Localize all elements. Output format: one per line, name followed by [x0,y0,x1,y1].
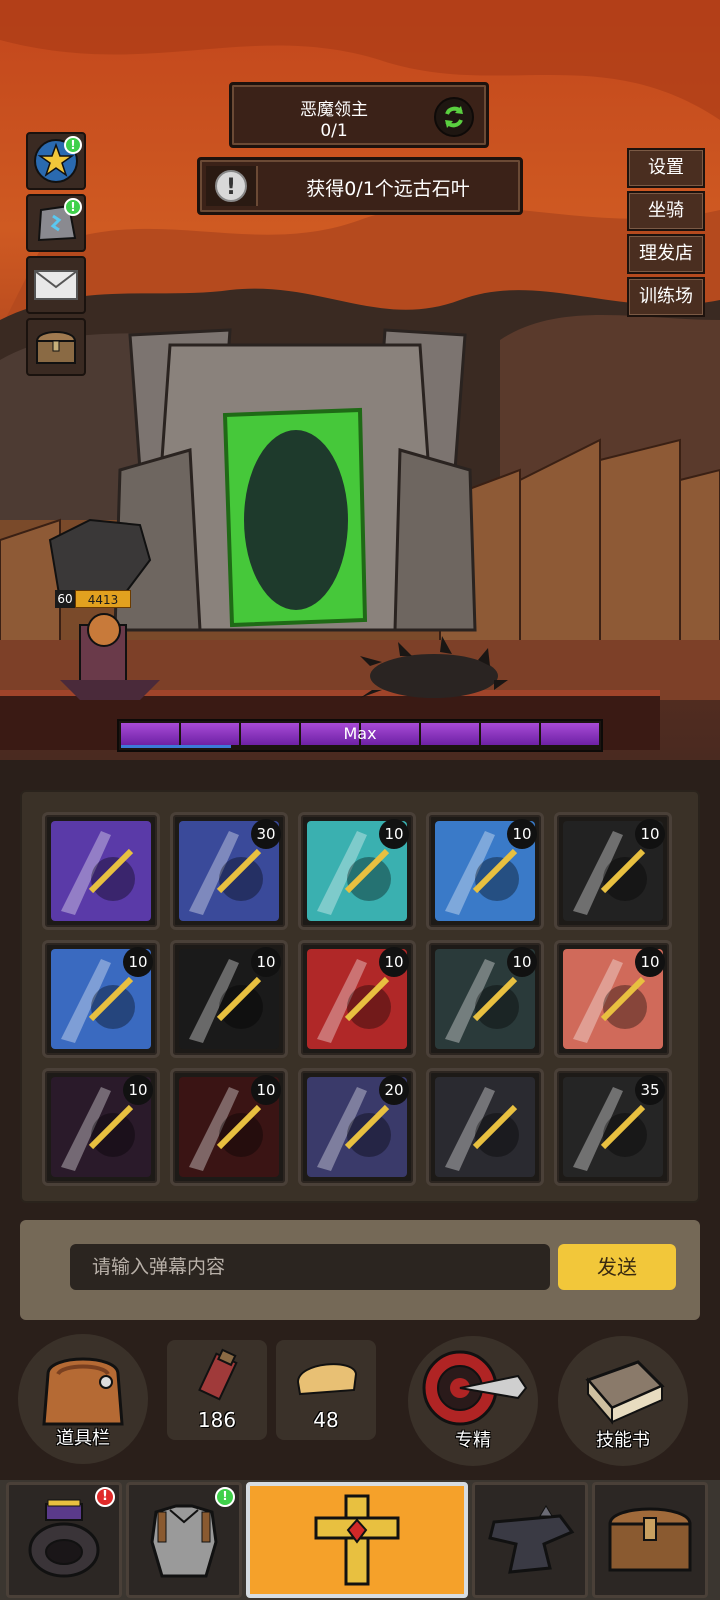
player-power: 4413 [75,590,131,608]
mastery-label: 专精 [455,1430,491,1451]
skill-slot[interactable]: 20 [298,1068,416,1186]
skill-slot[interactable]: 30 [170,812,288,930]
skill-level-badge: 10 [507,819,537,849]
treasure-chest-icon [608,1507,692,1572]
mail-button[interactable] [26,256,86,314]
skill-book-label: 技能书 [596,1430,650,1451]
stage-progress-bar: Max [117,719,603,752]
settings-button[interactable]: 设置 [627,148,705,188]
progress-sub-bar [121,745,231,748]
golden-cross-icon [314,1494,400,1586]
tab-armor[interactable]: ! [126,1482,242,1598]
health-potion-icon [198,1348,238,1401]
skill-slot[interactable]: 10 [170,1068,288,1186]
mount-button[interactable]: 坐骑 [627,191,705,231]
tab-forge[interactable] [472,1482,588,1598]
left-side-buttons: ! ! [26,132,86,380]
send-button[interactable]: 发送 [558,1244,676,1290]
notification-badge: ! [95,1487,115,1507]
skill-level-badge: 10 [635,947,665,977]
anvil-icon [488,1505,575,1574]
skill-slot[interactable]: 10 [42,1068,160,1186]
skill-slot[interactable]: 10 [554,812,672,930]
star-button[interactable]: ! [26,132,86,190]
skill-slot[interactable]: 10 [426,812,544,930]
skill-slot[interactable]: 10 [426,940,544,1058]
potion-count: 186 [197,1408,237,1432]
skill-level-badge: 30 [251,819,281,849]
refresh-icon [445,106,463,128]
player-status: 60 4413 [55,590,131,608]
quest-text: 获得0/1个远古石叶 [306,178,470,200]
bread-icon [296,1363,358,1396]
skill-slot[interactable]: 10 [170,940,288,1058]
armor-icon [150,1504,218,1578]
boss-progress: 0/1 [320,121,348,141]
tab-treasure[interactable] [592,1482,708,1598]
bottom-tabs: ! ! [0,1480,720,1600]
skill-panel: 30 10 10 10 10 10 10 10 10 10 10 20 35 [20,790,700,1203]
frost-vortex-icon [435,1077,535,1177]
progress-label: Max [343,724,377,743]
skill-book-button[interactable]: 技能书 [558,1336,688,1466]
quest-panel[interactable]: ! 获得0/1个远古石叶 [197,157,523,215]
ring-icon [28,1499,100,1578]
skill-level-badge: 10 [379,947,409,977]
action-bar: 道具栏 186 48 专精 技能书 [0,1334,720,1470]
skill-level-badge: 10 [379,819,409,849]
skill-level-badge: 10 [123,1075,153,1105]
bread-resource[interactable]: 48 [276,1340,376,1440]
skill-slot[interactable]: 10 [298,940,416,1058]
skill-level-badge: 35 [635,1075,665,1105]
skill-level-badge: 10 [251,947,281,977]
skill-slot[interactable] [426,1068,544,1186]
training-button[interactable]: 训练场 [627,277,705,317]
potion-resource[interactable]: 186 [167,1340,267,1440]
skill-slot[interactable]: 35 [554,1068,672,1186]
skill-level-badge: 10 [635,819,665,849]
quest-icon-box: ! [206,166,258,206]
notification-badge: ! [215,1487,235,1507]
chest-icon [35,331,77,364]
skill-level-badge: 10 [251,1075,281,1105]
chest-button[interactable] [26,318,86,376]
tab-ring[interactable]: ! [6,1482,122,1598]
bread-count: 48 [313,1408,339,1432]
skill-level-badge: 10 [123,947,153,977]
right-menu: 设置 坐骑 理发店 训练场 [627,148,707,320]
skill-slot[interactable]: 10 [42,940,160,1058]
skill-slot[interactable] [42,812,160,930]
boss-name: 恶魔领主 [300,100,368,120]
inventory-button[interactable]: 道具栏 [18,1334,148,1464]
barber-button[interactable]: 理发店 [627,234,705,274]
skill-slot[interactable]: 10 [554,940,672,1058]
lightning-spear-icon [51,821,151,921]
boss-panel: 恶魔领主 0/1 [229,82,489,148]
skill-slot[interactable]: 10 [298,812,416,930]
tab-gear[interactable] [246,1482,468,1598]
inventory-label: 道具栏 [56,1428,110,1449]
rune-stone-button[interactable]: ! [26,194,86,252]
mastery-button[interactable]: 专精 [408,1336,538,1466]
danmaku-input[interactable] [70,1244,550,1290]
notification-badge: ! [64,136,82,154]
skill-grid: 30 10 10 10 10 10 10 10 10 10 10 20 35 [42,812,672,1186]
player-level: 60 [55,590,75,608]
skill-level-badge: 10 [507,947,537,977]
notification-badge: ! [64,198,82,216]
battle-scene: 恶魔领主 0/1 ! 获得0/1个远古石叶 ! ! 设置 坐骑 理发店 训练场 … [0,0,720,760]
refresh-button[interactable] [434,97,474,137]
exclamation-icon: ! [215,170,247,202]
chat-panel: 发送 [20,1220,700,1320]
skill-level-badge: 20 [379,1075,409,1105]
mail-icon [34,270,78,300]
